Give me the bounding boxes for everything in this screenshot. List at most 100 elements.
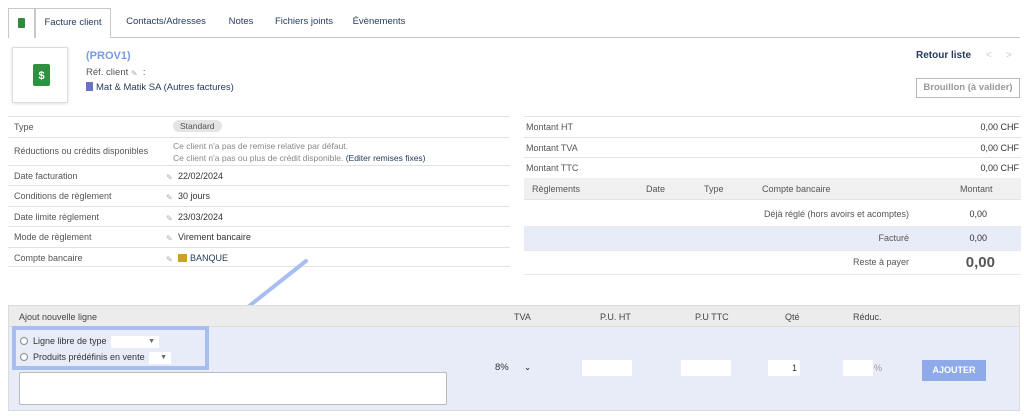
date-limite-value: 23/03/2024 xyxy=(178,211,224,222)
building-icon xyxy=(86,82,93,91)
ht-value: 0,00 CHF xyxy=(980,122,1019,132)
tva-select-value: 8% xyxy=(495,362,509,373)
thirdparty-row: Mat & Matik SA (Autres factures) xyxy=(86,82,234,93)
add-line-header: Ajout nouvelle ligne TVA P.U. HT P.U TTC… xyxy=(9,306,1019,327)
description-textarea[interactable] xyxy=(19,372,447,405)
reste-label: Reste à payer xyxy=(852,257,909,267)
payments-header: Règlements Date Type Compte bancaire Mon… xyxy=(524,178,1021,200)
tva-select[interactable]: 8% ⌄ xyxy=(493,360,533,376)
col-pu-ttc-header: P.U TTC xyxy=(695,312,729,322)
date-facturation-value-row: ✎ 22/02/2024 xyxy=(166,171,223,182)
ht-label: Montant HT xyxy=(526,122,574,132)
invoice-fields-table: Type Standard Réductions ou crédits disp… xyxy=(8,116,510,267)
field-row-compte: Compte bancaire ✎ BANQUE xyxy=(8,246,510,267)
amount-row-ttc: Montant TTC 0,00 CHF xyxy=(524,157,1021,178)
col-pu-ht-header: P.U. HT xyxy=(600,312,631,322)
compte-value-row: ✎ BANQUE xyxy=(166,253,228,264)
mode-value: Virement bancaire xyxy=(178,232,251,242)
field-row-mode: Mode de règlement ✎ Virement bancaire xyxy=(8,226,510,247)
field-row-conditions: Conditions de règlement ✎ 30 jours xyxy=(8,185,510,206)
pencil-icon[interactable]: ✎ xyxy=(166,173,174,182)
compte-label: Compte bancaire xyxy=(14,252,83,263)
tab-evenements[interactable]: Évènements xyxy=(342,8,416,37)
thirdparty-link[interactable]: Mat & Matik SA (Autres factures) xyxy=(96,82,234,93)
reductions-line1: Ce client n'a pas de remise relative par… xyxy=(173,140,349,151)
chevron-down-icon: ⌄ xyxy=(524,363,531,372)
payments-row-deja: Déjà réglé (hors avoirs et acomptes) 0,0… xyxy=(524,203,1021,227)
conditions-value-row: ✎ 30 jours xyxy=(166,191,210,202)
prev-icon[interactable]: < xyxy=(986,50,992,61)
reductions-line2: Ce client n'a pas ou plus de crédit disp… xyxy=(173,152,344,163)
tab-invoice-icon[interactable] xyxy=(8,8,35,38)
highlight-box xyxy=(12,326,209,370)
draft-status-button[interactable]: Brouillon (à valider) xyxy=(916,78,1020,98)
date-limite-label: Date limite règlement xyxy=(14,211,100,222)
tab-facture-client[interactable]: Facture client xyxy=(35,8,111,38)
amount-row-ht: Montant HT 0,00 CHF xyxy=(524,116,1021,137)
deja-value: 0,00 xyxy=(969,209,987,219)
add-line-title: Ajout nouvelle ligne xyxy=(19,312,98,322)
ref-client-label: Réf. client xyxy=(86,67,129,78)
date-facturation-label: Date facturation xyxy=(14,170,78,181)
col-tva-header: TVA xyxy=(514,312,531,322)
pencil-icon[interactable]: ✎ xyxy=(166,194,174,202)
pu-ttc-input[interactable] xyxy=(681,360,731,376)
field-row-reductions: Réductions ou crédits disponibles Ce cli… xyxy=(8,136,510,165)
pencil-icon[interactable]: ✎ xyxy=(166,235,174,243)
dollar-document-icon: $ xyxy=(33,64,50,86)
facture-label: Facturé xyxy=(878,233,909,243)
tva-value: 0,00 CHF xyxy=(980,142,1019,153)
col-type: Type xyxy=(704,184,724,194)
tab-contacts[interactable]: Contacts/Adresses xyxy=(116,8,216,37)
pencil-icon[interactable]: ✎ xyxy=(166,255,174,264)
facture-value: 0,00 xyxy=(969,233,987,243)
tab-notes[interactable]: Notes xyxy=(218,8,264,37)
reste-value: 0,00 xyxy=(965,254,995,271)
reductions-line2-row: Ce client n'a pas ou plus de crédit disp… xyxy=(173,153,426,163)
bank-icon xyxy=(178,253,187,262)
ref-client-row: Réf. client ✎: xyxy=(86,67,146,78)
col-reglements: Règlements xyxy=(532,184,581,194)
tab-fichiers[interactable]: Fichiers joints xyxy=(263,8,345,37)
col-date: Date xyxy=(646,184,666,194)
ref-client-colon: : xyxy=(142,67,146,78)
tab-bar: Facture client Contacts/Adresses Notes F… xyxy=(8,8,1020,38)
qty-input[interactable]: 1 xyxy=(768,360,800,376)
pencil-icon[interactable]: ✎ xyxy=(131,70,139,78)
ttc-label: Montant TTC xyxy=(526,163,579,173)
conditions-value: 30 jours xyxy=(178,191,211,201)
pencil-icon[interactable]: ✎ xyxy=(166,214,174,223)
mode-value-row: ✎ Virement bancaire xyxy=(166,232,251,243)
reduc-input[interactable] xyxy=(843,360,873,376)
invoice-icon xyxy=(9,9,35,38)
invoice-ref: (PROV1) xyxy=(86,50,131,62)
mode-label: Mode de règlement xyxy=(14,232,92,242)
col-reduc-header: Réduc. xyxy=(853,312,882,322)
add-button[interactable]: AJOUTER xyxy=(922,360,986,381)
deja-label: Déjà réglé (hors avoirs et acomptes) xyxy=(763,209,909,219)
type-badge: Standard xyxy=(173,120,222,132)
ttc-value: 0,00 CHF xyxy=(980,163,1019,173)
back-to-list-link[interactable]: Retour liste xyxy=(916,50,971,61)
field-row-type: Type Standard xyxy=(8,116,510,137)
date-limite-value-row: ✎ 23/03/2024 xyxy=(166,212,223,223)
col-compte: Compte bancaire xyxy=(762,184,831,194)
reductions-label: Réductions ou crédits disponibles xyxy=(14,145,149,156)
payments-row-facture: Facturé 0,00 xyxy=(524,227,1021,251)
payments-table: Règlements Date Type Compte bancaire Mon… xyxy=(524,178,1021,275)
next-icon[interactable]: > xyxy=(1006,50,1012,61)
percent-sign: % xyxy=(874,363,883,373)
amount-row-tva: Montant TVA 0,00 CHF xyxy=(524,136,1021,158)
col-montant: Montant xyxy=(960,184,993,194)
invoice-logo: $ xyxy=(12,47,68,103)
field-row-date-facturation: Date facturation ✎ 22/02/2024 xyxy=(8,164,510,186)
col-qte-header: Qté xyxy=(785,312,800,322)
pu-ht-input[interactable] xyxy=(582,360,632,376)
tva-label: Montant TVA xyxy=(526,142,578,153)
conditions-label: Conditions de règlement xyxy=(14,191,112,201)
date-facturation-value: 22/02/2024 xyxy=(178,170,224,181)
field-row-date-limite: Date limite règlement ✎ 23/03/2024 xyxy=(8,205,510,227)
compte-value-link[interactable]: BANQUE xyxy=(190,253,228,263)
payments-row-reste: Reste à payer 0,00 xyxy=(524,251,1021,275)
edit-discounts-link[interactable]: (Editer remises fixes) xyxy=(346,153,426,163)
